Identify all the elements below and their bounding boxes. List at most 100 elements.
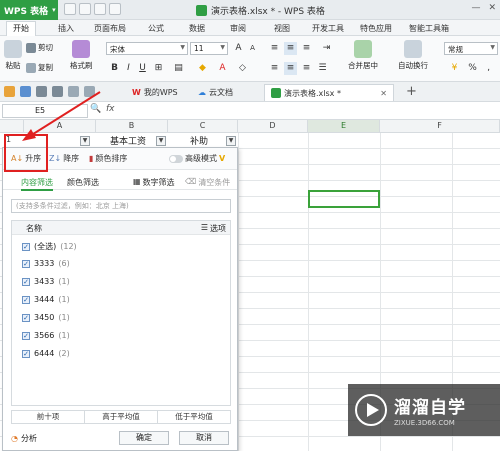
below-average-button[interactable]: 低于平均值 bbox=[158, 411, 230, 423]
list-item[interactable]: ✓ 3450 (1) bbox=[22, 313, 70, 322]
tab-cloud-docs[interactable]: ☁ 云文档 bbox=[192, 84, 239, 101]
list-item[interactable]: ✓ 6444 (2) bbox=[22, 349, 70, 358]
clear-conditions-button[interactable]: ⌫ 清空条件 bbox=[185, 177, 230, 188]
filter-search-input[interactable]: (支持多条件过滤，例如：北京 上海) bbox=[11, 199, 231, 213]
checkbox-checked-icon[interactable]: ✓ bbox=[22, 349, 30, 358]
checkbox-checked-icon[interactable]: ✓ bbox=[22, 277, 30, 286]
close-icon[interactable]: ✕ bbox=[380, 89, 387, 98]
minimize-icon[interactable]: — bbox=[471, 3, 480, 13]
bold-button[interactable]: B bbox=[108, 62, 121, 75]
tab-home[interactable]: 开始 bbox=[6, 21, 36, 36]
print-icon[interactable] bbox=[36, 86, 47, 97]
cell-b1[interactable]: 基本工资 bbox=[110, 134, 146, 147]
tab-insert[interactable]: 插入 bbox=[52, 22, 80, 35]
filter-dropdown-a[interactable]: ▼ bbox=[80, 136, 90, 146]
fx-button[interactable]: fx bbox=[106, 104, 115, 114]
list-item[interactable]: ✓ 3433 (1) bbox=[22, 277, 70, 286]
column-header-d[interactable]: D bbox=[238, 120, 308, 133]
number-format-select[interactable]: 常规 ▼ bbox=[444, 42, 498, 55]
align-center-icon[interactable]: ≡ bbox=[284, 62, 297, 75]
indent-icon[interactable]: ⇥ bbox=[320, 42, 333, 55]
checkbox-checked-icon[interactable]: ✓ bbox=[22, 242, 30, 251]
analysis-button[interactable]: ◔ 分析 bbox=[11, 433, 37, 444]
align-bottom-icon[interactable]: ≡ bbox=[300, 42, 313, 55]
column-header-c[interactable]: C bbox=[168, 120, 238, 133]
fill-color-icon[interactable]: ◆ bbox=[196, 62, 209, 75]
close-icon[interactable]: ✕ bbox=[488, 3, 496, 13]
checkbox-checked-icon[interactable]: ✓ bbox=[22, 331, 30, 340]
tab-content-filter[interactable]: 内容筛选 bbox=[21, 177, 53, 191]
percent-button[interactable]: % bbox=[466, 62, 479, 75]
list-item[interactable]: ✓ 3333 (6) bbox=[22, 259, 70, 268]
font-size-select[interactable]: 11 ▼ bbox=[190, 42, 228, 55]
thousands-separator-icon[interactable]: ‚ bbox=[482, 62, 495, 75]
align-right-icon[interactable]: ≡ bbox=[300, 62, 313, 75]
wrap-text-button[interactable]: 自动换行 bbox=[398, 40, 428, 71]
tab-active-document[interactable]: 演示表格.xlsx * ✕ bbox=[264, 84, 394, 101]
list-item-select-all[interactable]: ✓ (全选) (12) bbox=[22, 241, 77, 252]
column-header-a[interactable]: A bbox=[24, 120, 96, 133]
font-name-select[interactable]: 宋体 ▼ bbox=[106, 42, 188, 55]
decrease-font-icon[interactable]: A bbox=[246, 42, 259, 55]
ok-button[interactable]: 确定 bbox=[119, 431, 169, 445]
format-painter-button[interactable]: 格式刷 bbox=[70, 40, 93, 71]
tab-formulas[interactable]: 公式 bbox=[142, 22, 170, 35]
name-box[interactable]: E5 bbox=[2, 104, 88, 118]
checkbox-checked-icon[interactable]: ✓ bbox=[22, 295, 30, 304]
active-cell-e5[interactable] bbox=[308, 190, 380, 208]
increase-font-icon[interactable]: A bbox=[232, 42, 245, 55]
open-folder-icon[interactable] bbox=[79, 3, 91, 15]
new-tab-button[interactable]: + bbox=[406, 84, 417, 99]
tab-smart-toolbox[interactable]: 智能工具箱 bbox=[403, 22, 455, 35]
tab-review[interactable]: 审阅 bbox=[224, 22, 252, 35]
number-filter-button[interactable]: ▦ 数字筛选 bbox=[133, 177, 175, 188]
redo-icon[interactable] bbox=[84, 86, 95, 97]
cut-button[interactable]: 剪切 bbox=[26, 42, 53, 53]
underline-button[interactable]: U bbox=[136, 62, 149, 75]
select-all-corner[interactable] bbox=[0, 120, 24, 133]
zoom-icon[interactable]: 🔍 bbox=[90, 104, 101, 114]
cell-c1[interactable]: 补助 bbox=[190, 134, 208, 147]
tab-color-filter[interactable]: 颜色筛选 bbox=[67, 177, 99, 188]
list-item[interactable]: ✓ 3566 (1) bbox=[22, 331, 70, 340]
top-10-button[interactable]: 前十项 bbox=[12, 411, 85, 423]
paste-button[interactable]: 粘贴 bbox=[4, 40, 22, 71]
cancel-button[interactable]: 取消 bbox=[179, 431, 229, 445]
print-icon[interactable] bbox=[109, 3, 121, 15]
advanced-mode-toggle[interactable]: 高级模式 V bbox=[169, 153, 225, 164]
list-item[interactable]: ✓ 3444 (1) bbox=[22, 295, 70, 304]
font-color-button[interactable]: A bbox=[216, 62, 229, 75]
tab-page-layout[interactable]: 页面布局 bbox=[88, 22, 132, 35]
filter-dropdown-c[interactable]: ▼ bbox=[226, 136, 236, 146]
clear-format-icon[interactable]: ◇ bbox=[236, 62, 249, 75]
column-header-b[interactable]: B bbox=[96, 120, 168, 133]
copy-button[interactable]: 复制 bbox=[26, 62, 53, 73]
tab-my-wps[interactable]: W 我的WPS bbox=[126, 84, 184, 101]
align-top-icon[interactable]: ≡ bbox=[268, 42, 281, 55]
tab-developer[interactable]: 开发工具 bbox=[306, 22, 350, 35]
save-icon[interactable] bbox=[20, 86, 31, 97]
merge-center-button[interactable]: 合并居中 bbox=[348, 40, 378, 71]
column-header-e[interactable]: E bbox=[308, 120, 380, 133]
options-button[interactable]: ☰ 选项 bbox=[201, 223, 226, 234]
align-middle-icon[interactable]: ≡ bbox=[284, 42, 297, 55]
open-folder-icon[interactable] bbox=[4, 86, 15, 97]
undo-icon[interactable] bbox=[68, 86, 79, 97]
new-file-icon[interactable] bbox=[64, 3, 76, 15]
checkbox-checked-icon[interactable]: ✓ bbox=[22, 259, 30, 268]
borders-icon[interactable]: ⊞ bbox=[152, 62, 165, 75]
checkbox-checked-icon[interactable]: ✓ bbox=[22, 313, 30, 322]
sort-by-color-button[interactable]: ▮ 颜色排序 bbox=[89, 153, 127, 164]
sort-descending-button[interactable]: Z↓ 降序 bbox=[49, 153, 79, 164]
wps-menu-button[interactable]: WPS 表格 ▾ bbox=[0, 0, 58, 20]
distributed-icon[interactable]: ☰ bbox=[316, 62, 329, 75]
align-left-icon[interactable]: ≡ bbox=[268, 62, 281, 75]
tab-special[interactable]: 特色应用 bbox=[354, 22, 398, 35]
above-average-button[interactable]: 高于平均值 bbox=[85, 411, 158, 423]
cell-style-icon[interactable]: ▤ bbox=[172, 62, 185, 75]
print-preview-icon[interactable] bbox=[52, 86, 63, 97]
italic-button[interactable]: I bbox=[122, 62, 135, 75]
column-header-f[interactable]: F bbox=[380, 120, 500, 133]
tab-data[interactable]: 数据 bbox=[183, 22, 211, 35]
currency-icon[interactable]: ¥ bbox=[448, 62, 461, 75]
